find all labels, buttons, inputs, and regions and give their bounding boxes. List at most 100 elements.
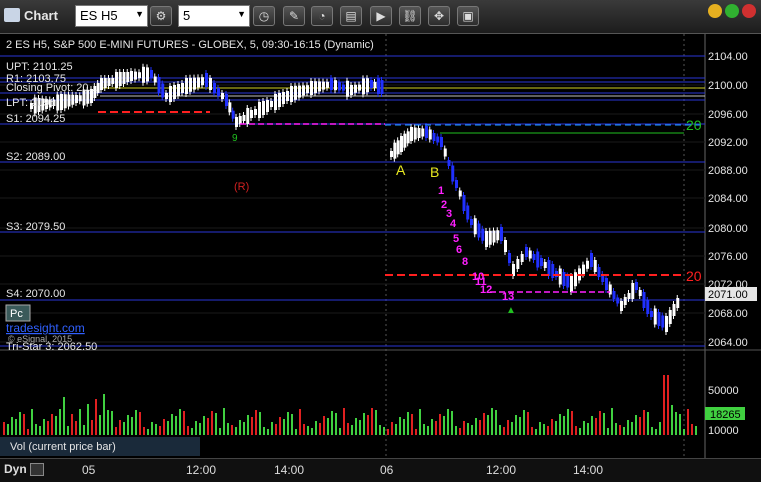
candle-body — [447, 160, 451, 166]
candle-body — [282, 92, 285, 104]
price-tick: 2100.00 — [708, 80, 748, 92]
candle-body — [286, 91, 289, 101]
candle-body — [338, 82, 341, 91]
level-label-s1: S1: 2094.25 — [6, 113, 65, 125]
candle-body — [165, 93, 168, 99]
candle-body — [169, 86, 172, 102]
maximize-button[interactable] — [725, 4, 739, 18]
chart-window-icon — [4, 8, 20, 22]
candle-body — [177, 84, 180, 96]
formula-icon: ▤ — [345, 9, 357, 23]
candle-body — [421, 128, 425, 137]
candle-body — [201, 77, 204, 86]
candle-body — [150, 70, 153, 78]
candle-body — [650, 311, 653, 317]
candle-body — [627, 293, 631, 299]
sequence-label: 1 — [438, 185, 444, 197]
candle-body — [425, 126, 428, 138]
candle-body — [270, 101, 273, 107]
candle-body — [122, 72, 126, 84]
candle-body — [205, 73, 208, 87]
symbol-settings-button[interactable]: ⚙ — [150, 6, 172, 26]
candle-body — [326, 81, 329, 88]
candle-body — [107, 78, 111, 86]
chart-canvas[interactable]: 2 ES H5, S&P 500 E-MINI FUTURES - GLOBEX… — [0, 34, 761, 458]
candle-body — [417, 128, 421, 138]
status-bar: Dyn 05 12:00 14:00 06 12:00 14:00 — [0, 458, 761, 482]
candle-body — [350, 85, 353, 95]
candle-body — [612, 291, 616, 299]
candle-body — [185, 78, 188, 94]
candle-body — [314, 81, 317, 94]
candle-body — [516, 259, 520, 269]
play-icon: ▶ — [376, 9, 386, 23]
candle-body — [358, 84, 361, 91]
candle-body — [370, 80, 373, 88]
close-button[interactable] — [742, 4, 756, 18]
candle-body — [250, 110, 253, 118]
volume-label: Vol (current price bar) — [10, 441, 116, 453]
candle-body — [306, 85, 309, 94]
candle-body — [593, 260, 597, 272]
candle-body — [432, 133, 436, 141]
gear-icon: ⚙ — [155, 9, 167, 23]
time-template-button[interactable]: ◷ — [253, 6, 275, 26]
level-label-lpt: LPT: 2096 — [6, 97, 56, 109]
candle-body — [246, 108, 250, 124]
candle-body — [142, 66, 145, 83]
candle-body — [608, 284, 612, 295]
candle-body — [451, 165, 455, 182]
annotation-b: B — [430, 164, 439, 180]
watermark-link[interactable]: tradesight.com — [6, 321, 85, 335]
candle-body — [266, 100, 269, 112]
properties-button[interactable]: ▣ — [457, 6, 479, 26]
minimize-button[interactable] — [708, 4, 722, 18]
pin-button[interactable]: ✥ — [428, 6, 450, 26]
candle-body — [642, 292, 646, 308]
price-tick: 2080.00 — [708, 223, 748, 235]
candle-body — [71, 94, 75, 105]
candle-body — [436, 136, 440, 143]
candle-body — [115, 72, 118, 88]
price-tick: 2092.00 — [708, 137, 748, 149]
replay-button[interactable]: ▶ — [370, 6, 392, 26]
grid-icon[interactable] — [30, 463, 44, 476]
candle-body — [403, 133, 407, 148]
candle-body — [570, 276, 573, 292]
candle-body — [67, 94, 71, 107]
candle-body — [440, 137, 443, 147]
candle-body — [126, 72, 130, 82]
candle-body — [278, 93, 281, 107]
candle-body — [302, 85, 305, 96]
time-tick: 05 — [82, 463, 96, 477]
level-label-s2: S2: 2089.00 — [6, 151, 65, 163]
candle-body — [118, 72, 122, 86]
copyright-text: © eSignal, 2015 — [8, 334, 72, 344]
price-tick: 2088.00 — [708, 165, 748, 177]
candle-body — [410, 127, 413, 141]
pin-icon: ✥ — [433, 9, 445, 23]
symbol-value: ES H5 — [80, 8, 118, 23]
candle-body — [597, 267, 601, 277]
last-price-value: 2071.00 — [708, 289, 748, 301]
candle-body — [161, 83, 165, 98]
time-tick: 14:00 — [274, 463, 305, 477]
draw-tool-button[interactable]: ✎ — [283, 6, 305, 26]
up-arrow-icon: ▲ — [506, 305, 516, 316]
candle-body — [60, 94, 63, 110]
candle-body — [543, 262, 547, 268]
gauge-icon: ◔ — [318, 9, 326, 23]
chart-area[interactable]: 2 ES H5, S&P 500 E-MINI FUTURES - GLOBEX… — [0, 34, 761, 458]
interval-combo[interactable]: 5 ▼ — [178, 5, 250, 27]
link-button[interactable]: ⛓ — [399, 6, 421, 26]
sequence-label: 12 — [480, 284, 492, 296]
level-label-upt: UPT: 2101.25 — [6, 61, 73, 73]
symbol-combo[interactable]: ES H5 ▼ — [75, 5, 148, 27]
time-tick: 14:00 — [573, 463, 604, 477]
level-label-s3: S3: 2079.50 — [6, 221, 65, 233]
efs-button[interactable]: ▤ — [340, 6, 362, 26]
study-button[interactable]: ◔ — [311, 6, 333, 26]
candle-body — [238, 116, 242, 124]
price-tick: 2076.00 — [708, 251, 748, 263]
time-tick: 12:00 — [186, 463, 217, 477]
